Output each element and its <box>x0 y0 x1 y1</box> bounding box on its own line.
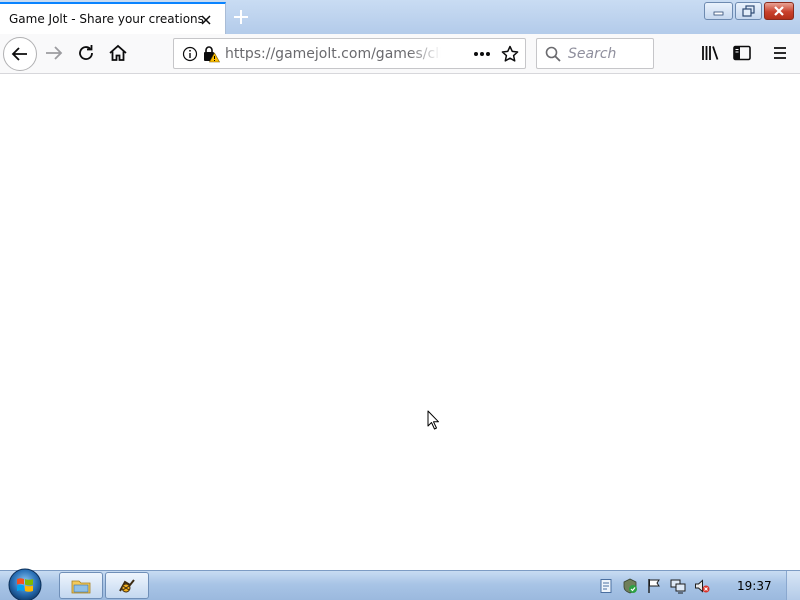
library-icon[interactable] <box>698 41 722 65</box>
tab-strip: Game Jolt - Share your creations <box>0 0 800 34</box>
maximize-icon <box>742 5 755 17</box>
plus-icon[interactable] <box>230 6 252 28</box>
reload-icon[interactable] <box>74 41 98 65</box>
info-icon[interactable] <box>182 46 198 62</box>
action-center-flag-icon[interactable] <box>646 578 662 594</box>
close-icon[interactable] <box>198 12 214 28</box>
search-placeholder: Search <box>568 46 617 62</box>
more-dots-icon[interactable] <box>472 45 492 63</box>
url-text[interactable]: https://gamejolt.com/games/clickthecryst… <box>225 46 441 64</box>
maximize-button[interactable] <box>735 2 762 20</box>
network-icon[interactable] <box>670 578 686 594</box>
back-button[interactable] <box>3 37 37 71</box>
windows-start-icon[interactable] <box>6 567 44 600</box>
taskbar-explorer-button[interactable] <box>59 572 103 599</box>
star-icon[interactable] <box>500 44 520 64</box>
minimize-icon <box>713 11 724 16</box>
volume-muted-icon[interactable] <box>694 578 710 594</box>
sidebar-icon[interactable] <box>730 41 754 65</box>
close-window-button[interactable] <box>764 2 794 20</box>
arrow-right-icon[interactable] <box>42 41 66 65</box>
close-icon <box>774 6 784 16</box>
lock-warning-icon[interactable] <box>202 45 221 63</box>
window-controls <box>702 2 794 20</box>
show-desktop-button[interactable] <box>786 571 800 600</box>
document-icon[interactable] <box>598 578 614 594</box>
game-app-icon <box>119 579 135 593</box>
tab-title: Game Jolt - Share your creations <box>9 12 204 26</box>
home-icon[interactable] <box>106 41 130 65</box>
page-content[interactable] <box>0 74 800 570</box>
minimize-button[interactable] <box>704 2 733 20</box>
taskbar: 19:37 <box>0 567 800 600</box>
arrow-cursor <box>427 410 441 430</box>
menu-icon[interactable] <box>768 41 792 65</box>
file-explorer-icon <box>71 580 91 594</box>
security-shield-icon[interactable] <box>622 578 638 594</box>
url-bar[interactable]: https://gamejolt.com/games/clickthecryst… <box>173 38 526 69</box>
browser-tab[interactable]: Game Jolt - Share your creations <box>0 2 226 34</box>
search-bar[interactable]: Search <box>536 38 654 69</box>
search-icon <box>545 46 561 62</box>
navigation-bar: https://gamejolt.com/games/clickthecryst… <box>0 34 800 74</box>
arrow-left-icon <box>11 47 27 61</box>
taskbar-clock[interactable]: 19:37 <box>737 579 772 593</box>
taskbar-game-button[interactable] <box>105 572 149 599</box>
